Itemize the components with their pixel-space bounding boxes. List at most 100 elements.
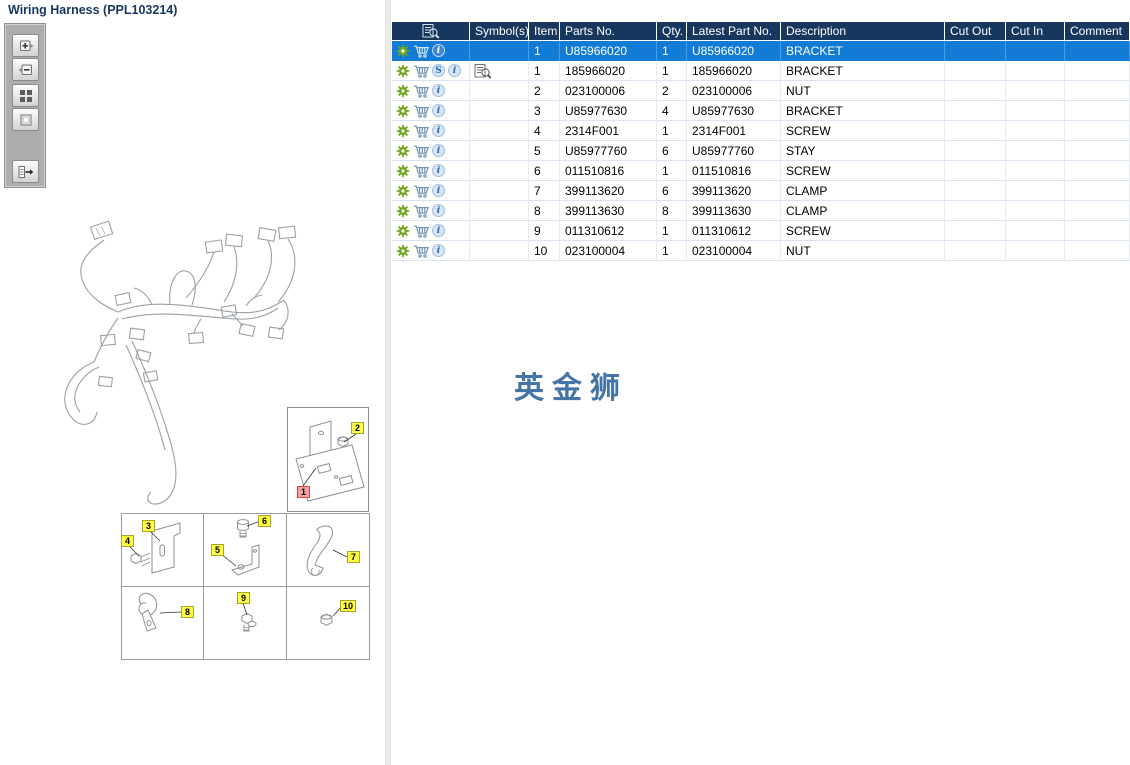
callout-9[interactable]: 9	[237, 592, 250, 604]
pane-divider[interactable]	[385, 0, 391, 765]
column-header-symbol-s-: Symbol(s)	[470, 22, 529, 41]
table-row[interactable]: i 10 023100004 1 023100004 NUT	[392, 241, 1130, 261]
row-actions-cell: i	[392, 141, 470, 161]
cart-icon[interactable]	[413, 44, 429, 58]
info-icon[interactable]: i	[432, 44, 445, 57]
tile-view-icon	[19, 89, 33, 103]
cell-cut-out	[945, 41, 1006, 61]
table-row[interactable]: Si 1 185966020 1 185966020 BRACKET	[392, 61, 1130, 81]
info-icon[interactable]: i	[432, 184, 445, 197]
symbol-cell	[470, 141, 529, 161]
cell-qty: 1	[657, 161, 687, 181]
cell-parts-no: U85977760	[560, 141, 657, 161]
toggle-panel-button[interactable]	[12, 160, 39, 183]
table-row[interactable]: i 8 399113630 8 399113630 CLAMP	[392, 201, 1130, 221]
table-row[interactable]: i 5 U85977760 6 U85977760 STAY	[392, 141, 1130, 161]
thumbnail-item-3-4[interactable]	[122, 514, 205, 587]
cart-icon[interactable]	[413, 104, 429, 118]
table-row[interactable]: i 9 011310612 1 011310612 SCREW	[392, 221, 1130, 241]
gear-icon[interactable]	[396, 84, 410, 98]
symbol-cell[interactable]	[470, 61, 529, 81]
cell-latest-part_no: 185966020	[687, 61, 781, 81]
page-title: Wiring Harness (PPL103214)	[8, 3, 178, 17]
gear-icon[interactable]	[396, 164, 410, 178]
cell-item: 9	[529, 221, 560, 241]
callout-5[interactable]: 5	[211, 544, 224, 556]
tile-view-button[interactable]	[12, 84, 39, 107]
cart-icon[interactable]	[413, 84, 429, 98]
callout-6[interactable]: 6	[258, 515, 271, 527]
cart-icon[interactable]	[413, 204, 429, 218]
table-row[interactable]: i 4 2314F001 1 2314F001 SCREW	[392, 121, 1130, 141]
symbol-book-icon[interactable]	[474, 63, 492, 79]
info-icon[interactable]: i	[432, 164, 445, 177]
column-header-cut-out: Cut Out	[945, 22, 1006, 41]
cell-latest-part_no: 2314F001	[687, 121, 781, 141]
gear-icon[interactable]	[396, 44, 410, 58]
cell-parts-no: 023100004	[560, 241, 657, 261]
cart-icon[interactable]	[413, 184, 429, 198]
callout-2[interactable]: 2	[351, 422, 364, 434]
info-icon[interactable]: i	[448, 64, 461, 77]
symbol-cell	[470, 221, 529, 241]
gear-icon[interactable]	[396, 244, 410, 258]
info-icon[interactable]: i	[432, 84, 445, 97]
table-row[interactable]: i 3 U85977630 4 U85977630 BRACKET	[392, 101, 1130, 121]
info-icon[interactable]: i	[432, 204, 445, 217]
cell-latest-part_no: U85977760	[687, 141, 781, 161]
zoom-out-button[interactable]	[12, 58, 39, 81]
cell-item: 1	[529, 61, 560, 81]
gear-icon[interactable]	[396, 204, 410, 218]
cell-cut-in	[1006, 221, 1065, 241]
cart-icon[interactable]	[413, 64, 429, 78]
cell-qty: 2	[657, 81, 687, 101]
cell-parts-no: U85977630	[560, 101, 657, 121]
cell-latest-part_no: U85977630	[687, 101, 781, 121]
callout-1[interactable]: 1	[297, 486, 310, 498]
gear-icon[interactable]	[396, 184, 410, 198]
cart-icon[interactable]	[413, 164, 429, 178]
zoom-in-button[interactable]	[12, 34, 39, 57]
cell-cut-in	[1006, 121, 1065, 141]
cell-item: 5	[529, 141, 560, 161]
cell-description: BRACKET	[781, 101, 945, 121]
table-row[interactable]: i 1 U85966020 1 U85966020 BRACKET	[392, 41, 1130, 61]
table-row[interactable]: i 7 399113620 6 399113620 CLAMP	[392, 181, 1130, 201]
column-header-parts-no-: Parts No.	[560, 22, 657, 41]
info-icon[interactable]: i	[432, 104, 445, 117]
info-icon[interactable]: i	[432, 244, 445, 257]
callout-8[interactable]: 8	[181, 606, 194, 618]
table-row[interactable]: i 2 023100006 2 023100006 NUT	[392, 81, 1130, 101]
thumbnail-item-10[interactable]	[287, 587, 369, 660]
gear-icon[interactable]	[396, 224, 410, 238]
cell-item: 8	[529, 201, 560, 221]
cell-cut-in	[1006, 41, 1065, 61]
gear-icon[interactable]	[396, 144, 410, 158]
cell-description: CLAMP	[781, 181, 945, 201]
info-icon[interactable]: i	[432, 144, 445, 157]
cell-comment	[1065, 81, 1130, 101]
info-icon[interactable]: i	[432, 124, 445, 137]
gear-icon[interactable]	[396, 104, 410, 118]
cell-item: 10	[529, 241, 560, 261]
gear-icon[interactable]	[396, 124, 410, 138]
callout-4[interactable]: 4	[121, 535, 134, 547]
cell-cut-in	[1006, 81, 1065, 101]
cart-icon[interactable]	[413, 144, 429, 158]
s-badge-icon[interactable]: S	[432, 64, 445, 77]
callout-7[interactable]: 7	[347, 551, 360, 563]
table-row[interactable]: i 6 011510816 1 011510816 SCREW	[392, 161, 1130, 181]
callout-10[interactable]: 10	[340, 600, 357, 612]
cell-item: 3	[529, 101, 560, 121]
thumbnail-item-8[interactable]	[122, 586, 205, 659]
row-actions-cell: i	[392, 181, 470, 201]
cart-icon[interactable]	[413, 244, 429, 258]
gear-icon[interactable]	[396, 64, 410, 78]
cart-icon[interactable]	[413, 224, 429, 238]
fit-view-button[interactable]	[12, 108, 39, 131]
callout-3[interactable]: 3	[142, 520, 155, 532]
cell-comment	[1065, 201, 1130, 221]
cart-icon[interactable]	[413, 124, 429, 138]
info-icon[interactable]: i	[432, 224, 445, 237]
row-actions-cell: i	[392, 121, 470, 141]
